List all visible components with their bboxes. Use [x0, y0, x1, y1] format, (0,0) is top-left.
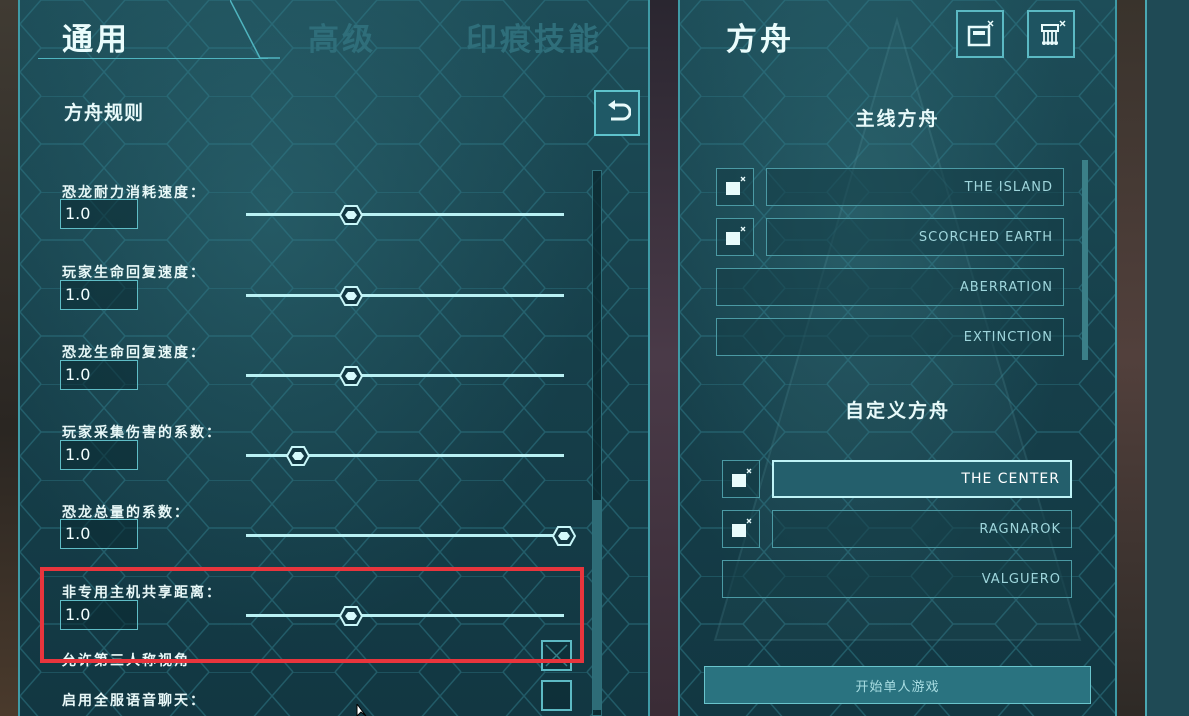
mods-button[interactable]	[1027, 10, 1075, 58]
map-item-aberration[interactable]: ABERRATION	[716, 268, 1064, 306]
map-item-the-center[interactable]: THE CENTER	[772, 460, 1072, 498]
section-title: 方舟规则	[64, 102, 145, 124]
slider-knob-icon	[286, 446, 311, 466]
background-left	[0, 0, 18, 716]
setting-value-input[interactable]: 1.0	[60, 199, 138, 229]
tab-advanced[interactable]: 高级	[308, 14, 376, 59]
map-item-the-island[interactable]: THE ISLAND	[766, 168, 1064, 206]
ark-title: 方舟	[726, 22, 794, 58]
custom-arks-title: 自定义方舟	[844, 400, 950, 422]
slider-track[interactable]	[246, 374, 564, 377]
save-icon	[967, 20, 994, 47]
undo-icon	[608, 100, 631, 121]
setting-value-input[interactable]: 1.0	[60, 280, 138, 310]
slider-track[interactable]	[246, 294, 564, 297]
background-middle	[648, 0, 678, 716]
main-arks-title: 主线方舟	[855, 108, 940, 130]
slider-knob-icon	[551, 526, 577, 546]
setting-label: 玩家生命回复速度：	[62, 265, 206, 281]
setting-value-input[interactable]: 1.0	[60, 440, 138, 470]
map-download-icon[interactable]	[722, 510, 760, 548]
slider-knob[interactable]	[338, 286, 364, 306]
map-download-icon[interactable]	[716, 218, 754, 256]
setting-label: 恐龙生命回复速度：	[62, 345, 206, 361]
map-item-valguero[interactable]: VALGUERO	[722, 560, 1072, 598]
slider-knob-icon	[338, 205, 364, 225]
save-map-button[interactable]	[956, 10, 1004, 58]
slider-knob-icon	[338, 286, 364, 306]
map-download-icon[interactable]	[722, 460, 760, 498]
global-voice-checkbox[interactable]	[541, 680, 572, 711]
map-download-icon[interactable]	[716, 168, 754, 206]
tab-general[interactable]: 通用	[62, 14, 130, 59]
map-item-scorched-earth[interactable]: SCORCHED EARTH	[766, 218, 1064, 256]
network-icon	[1041, 20, 1066, 45]
mouse-cursor-icon	[356, 704, 367, 716]
background-right	[1115, 0, 1145, 716]
slider-knob[interactable]	[286, 446, 311, 466]
settings-panel: 通用 高级 印痕技能 方舟规则 恐龙耐力消耗速度： 1.0 玩家生命回复速度： …	[18, 0, 650, 716]
tab-edge	[230, 0, 280, 59]
map-list-scrollbar[interactable]	[1082, 160, 1088, 360]
next-panel-edge	[1145, 0, 1189, 716]
slider-track[interactable]	[246, 213, 564, 216]
checkbox-label: 启用全服语音聊天：	[62, 693, 206, 709]
slider-track[interactable]	[246, 534, 564, 537]
reset-button[interactable]	[594, 90, 640, 136]
setting-label: 玩家采集伤害的系数：	[62, 425, 222, 441]
ark-select-panel: 方舟 主线方舟 THE ISLAND SCORCHED EARTH ABERRA…	[678, 0, 1117, 716]
settings-scrollbar-thumb[interactable]	[593, 500, 601, 710]
highlight-box	[40, 567, 584, 663]
slider-knob[interactable]	[338, 205, 364, 225]
map-item-extinction[interactable]: EXTINCTION	[716, 318, 1064, 356]
tab-engram[interactable]: 印痕技能	[466, 14, 602, 59]
map-item-ragnarok[interactable]: RAGNAROK	[772, 510, 1072, 548]
setting-value-input[interactable]: 1.0	[60, 519, 138, 549]
setting-value-input[interactable]: 1.0	[60, 360, 138, 390]
slider-knob[interactable]	[338, 366, 364, 386]
slider-knob-icon	[338, 366, 364, 386]
start-single-player-button[interactable]: 开始单人游戏	[704, 666, 1091, 704]
slider-knob[interactable]	[551, 526, 577, 546]
